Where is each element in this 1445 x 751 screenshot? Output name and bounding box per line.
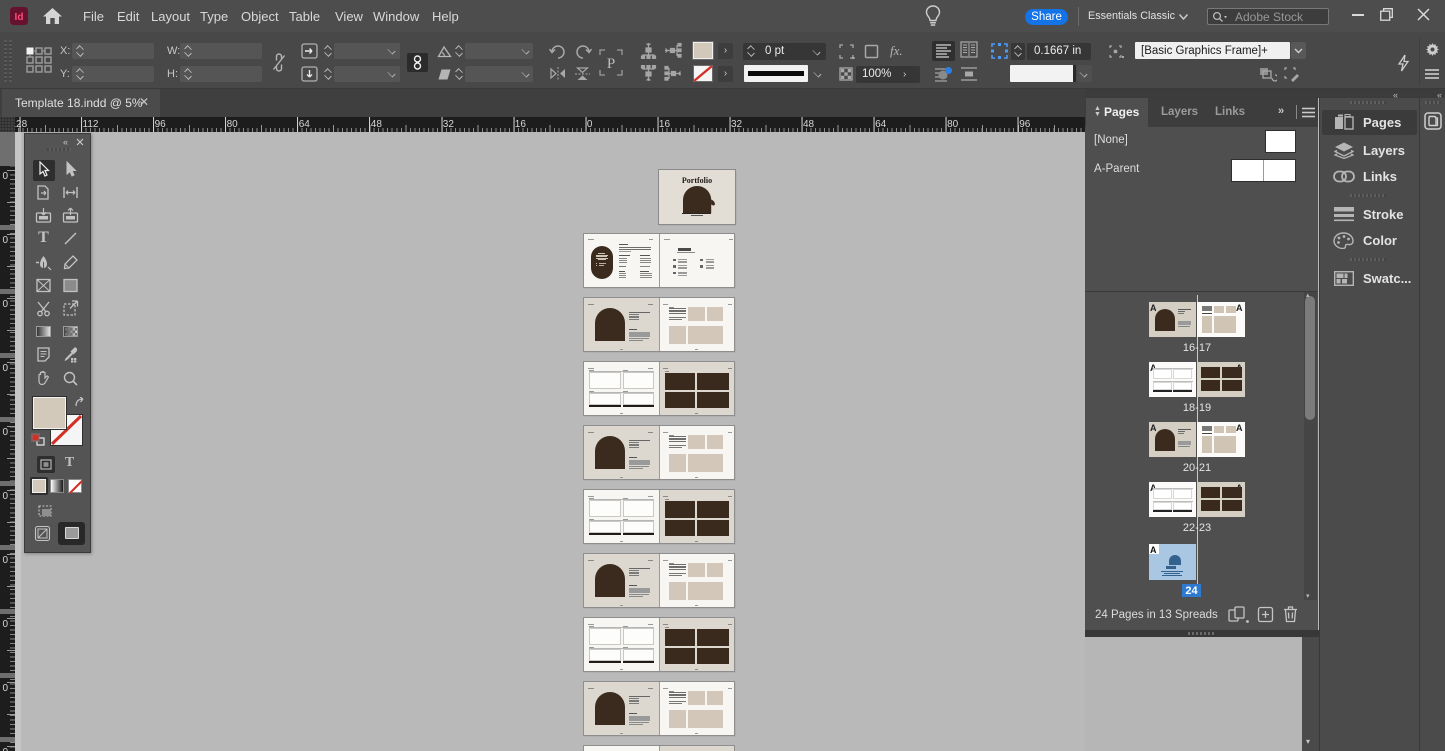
svg-text:P: P [607, 56, 615, 72]
svg-text:Id: Id [15, 12, 24, 23]
